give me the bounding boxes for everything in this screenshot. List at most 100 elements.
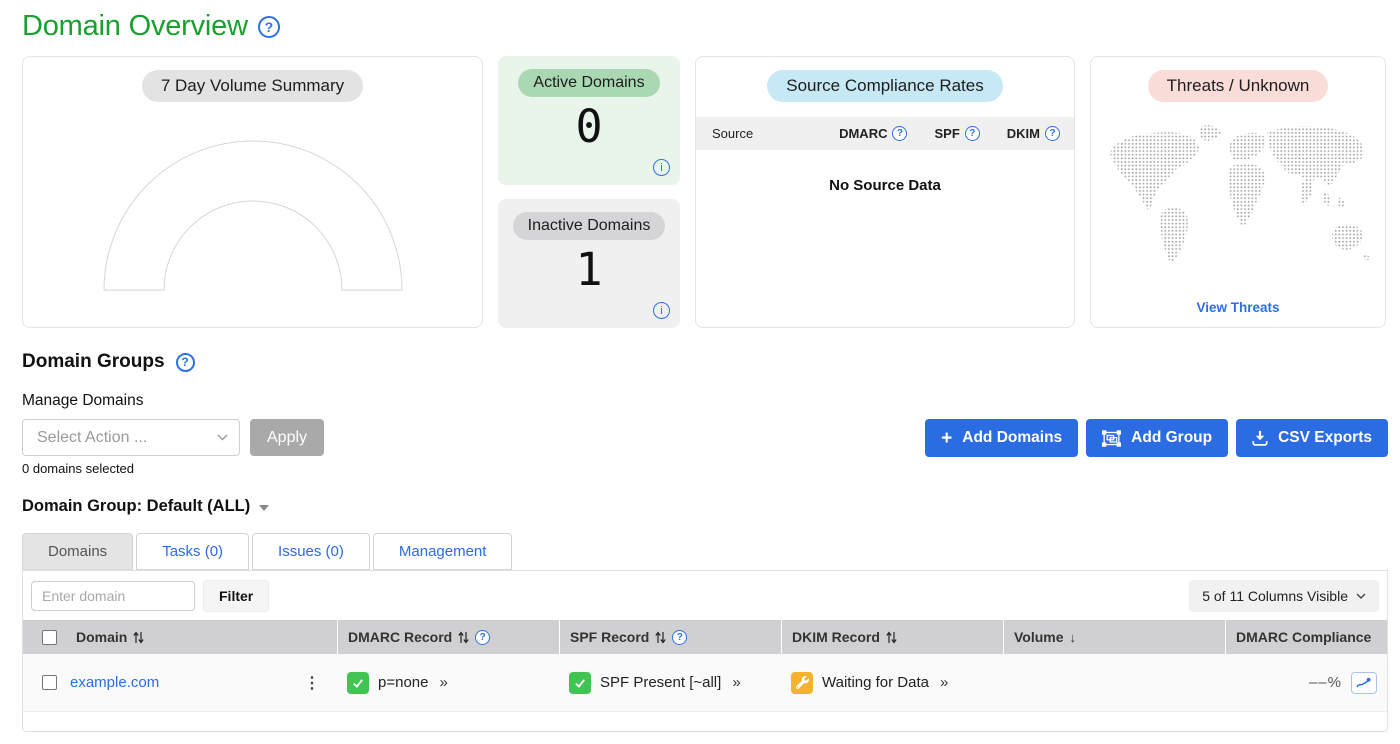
info-icon[interactable]: i [653, 302, 670, 319]
tab-issues[interactable]: Issues (0) [252, 533, 370, 570]
dmarc-column: DMARC ? [839, 126, 907, 141]
dmarc-column-label: DMARC [839, 126, 887, 141]
download-icon [1252, 430, 1268, 446]
cell-dkim-record: Waiting for Data » [781, 654, 1003, 711]
row-checkbox[interactable] [42, 675, 57, 690]
info-icon[interactable]: i [653, 159, 670, 176]
page-title: Domain Overview [22, 10, 248, 43]
header-volume[interactable]: Volume ↓ [1003, 620, 1225, 654]
columns-visible-label: 5 of 11 Columns Visible [1202, 588, 1348, 604]
help-icon[interactable]: ? [892, 126, 907, 141]
dmarc-status[interactable]: p=none » [347, 672, 448, 694]
view-threats-link[interactable]: View Threats [1196, 300, 1279, 315]
summary-cards-row: 7 Day Volume Summary Active Domains 0 i … [22, 56, 1388, 328]
header-dkim-record[interactable]: DKIM Record [781, 620, 1003, 654]
tab-tasks[interactable]: Tasks (0) [136, 533, 249, 570]
header-spf-record[interactable]: SPF Record ? [559, 620, 781, 654]
apply-button[interactable]: Apply [250, 419, 324, 456]
help-icon[interactable]: ? [672, 630, 687, 645]
columns-visible-dropdown[interactable]: 5 of 11 Columns Visible [1189, 580, 1379, 612]
cell-volume [1003, 654, 1225, 711]
dkim-status[interactable]: Waiting for Data » [791, 672, 948, 694]
cell-dmarc-record: p=none » [337, 654, 559, 711]
active-domains-count: 0 [498, 102, 680, 152]
cell-domain: example.com ⋮ [23, 654, 337, 711]
inactive-domains-title: Inactive Domains [513, 212, 666, 240]
chevron-down-icon [1356, 593, 1366, 599]
header-domain-label: Domain [76, 629, 127, 645]
header-dkim-label: DKIM Record [792, 629, 880, 645]
help-icon[interactable]: ? [176, 353, 195, 372]
manage-domains-label: Manage Domains [22, 392, 1388, 410]
header-spf-label: SPF Record [570, 629, 649, 645]
header-volume-label: Volume [1014, 629, 1064, 645]
spf-column: SPF ? [934, 126, 979, 141]
add-group-button[interactable]: Add Group [1086, 419, 1228, 457]
sort-icon [886, 631, 897, 644]
dkim-column: DKIM ? [1007, 126, 1060, 141]
source-column-label: Source [712, 126, 812, 141]
tab-domains[interactable]: Domains [22, 533, 133, 570]
dkim-column-label: DKIM [1007, 126, 1040, 141]
domain-group-selector[interactable]: Domain Group: Default (ALL) [22, 497, 1388, 516]
help-icon[interactable]: ? [1045, 126, 1060, 141]
header-domain[interactable]: Domain [23, 620, 337, 654]
help-icon[interactable]: ? [965, 126, 980, 141]
table-row: example.com ⋮ p=none » SPF Present [~ [23, 654, 1387, 712]
domain-overview-page: Domain Overview ? 7 Day Volume Summary A… [0, 0, 1400, 744]
dmarc-status-label: p=none [378, 674, 428, 691]
row-menu-icon[interactable]: ⋮ [304, 673, 321, 693]
domain-filter-input[interactable] [31, 581, 195, 611]
action-select[interactable]: Select Action ... [22, 419, 240, 456]
source-compliance-title: Source Compliance Rates [767, 70, 1002, 102]
sort-icon [133, 631, 144, 644]
tab-management[interactable]: Management [373, 533, 513, 570]
threats-card: Threats / Unknown [1090, 56, 1386, 328]
header-compliance-label: DMARC Compliance [1236, 629, 1371, 645]
source-compliance-card: Source Compliance Rates Source DMARC ? S… [695, 56, 1075, 328]
sparkline-chart-icon[interactable] [1351, 672, 1377, 694]
select-all-checkbox[interactable] [42, 630, 57, 645]
header-dmarc-compliance[interactable]: DMARC Compliance [1225, 620, 1387, 654]
action-select-value: Select Action ... [37, 429, 147, 447]
filter-button[interactable]: Filter [203, 580, 269, 612]
domain-groups-heading: Domain Groups [22, 351, 165, 373]
check-icon [347, 672, 369, 694]
source-compliance-header: Source DMARC ? SPF ? DKIM ? [696, 117, 1074, 150]
add-domains-button[interactable]: + Add Domains [925, 419, 1078, 457]
spf-column-label: SPF [934, 126, 959, 141]
wrench-icon [791, 672, 813, 694]
expand-icon: » [732, 674, 740, 691]
csv-exports-label: CSV Exports [1278, 429, 1372, 447]
domain-groups-header: Domain Groups ? [22, 351, 1388, 373]
tab-bar: Domains Tasks (0) Issues (0) Management [22, 533, 1388, 570]
domains-selected-note: 0 domains selected [22, 461, 324, 476]
inactive-domains-count: 1 [498, 245, 680, 295]
domain-stats-column: Active Domains 0 i Inactive Domains 1 i [498, 56, 680, 328]
plus-icon: + [941, 429, 952, 448]
check-icon [569, 672, 591, 694]
action-buttons-group: + Add Domains Add Group [925, 419, 1388, 457]
domain-link[interactable]: example.com [70, 674, 159, 691]
spf-status[interactable]: SPF Present [~all] » [569, 672, 741, 694]
help-icon[interactable]: ? [258, 16, 280, 38]
cell-spf-record: SPF Present [~all] » [559, 654, 781, 711]
help-icon[interactable]: ? [475, 630, 490, 645]
expand-icon: » [940, 674, 948, 691]
inactive-domains-card: Inactive Domains 1 i [498, 199, 680, 328]
manage-controls-row: Select Action ... Apply 0 domains select… [22, 419, 1388, 476]
action-select-group: Select Action ... Apply 0 domains select… [22, 419, 324, 476]
add-domains-label: Add Domains [962, 429, 1062, 447]
page-header: Domain Overview ? [22, 10, 1388, 43]
spf-status-label: SPF Present [~all] [600, 674, 721, 691]
threats-title: Threats / Unknown [1148, 70, 1329, 102]
world-map-dotted [1102, 118, 1374, 276]
header-dmarc-label: DMARC Record [348, 629, 452, 645]
csv-exports-button[interactable]: CSV Exports [1236, 419, 1388, 457]
sort-icon [655, 631, 666, 644]
volume-summary-card: 7 Day Volume Summary [22, 56, 483, 328]
volume-gauge-empty [33, 130, 473, 300]
cell-dmarc-compliance: ––% [1225, 654, 1387, 711]
header-dmarc-record[interactable]: DMARC Record ? [337, 620, 559, 654]
chevron-down-icon [217, 434, 228, 441]
